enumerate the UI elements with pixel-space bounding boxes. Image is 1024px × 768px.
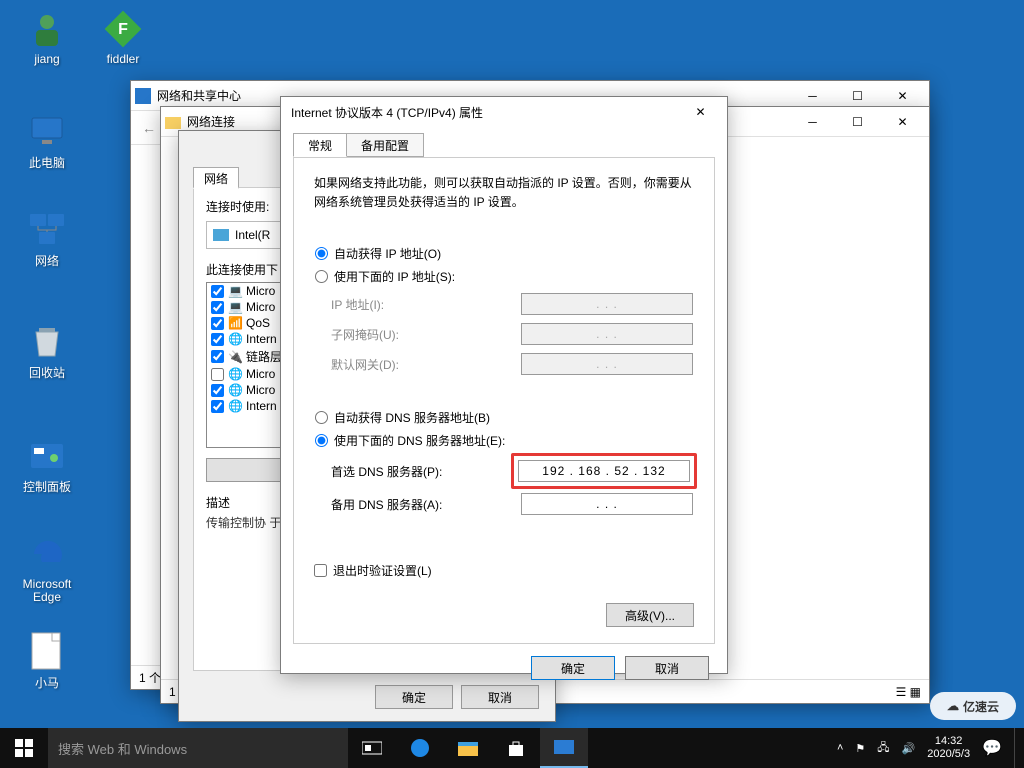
- radio-auto-ip[interactable]: 自动获得 IP 地址(O): [315, 245, 693, 262]
- folder-icon: [458, 740, 478, 756]
- tray-up-icon[interactable]: ˄: [837, 742, 843, 754]
- clock[interactable]: 14:32 2020/5/3: [927, 735, 970, 761]
- show-desktop-button[interactable]: [1014, 728, 1020, 768]
- taskbar: 搜索 Web 和 Windows ˄ ⚑ 🖧 🔊 14:32 2020/5/3 …: [0, 728, 1024, 768]
- desktop-icon-fiddler[interactable]: F fiddler: [88, 8, 158, 66]
- network-center-icon: [135, 88, 151, 104]
- folder-icon: [165, 114, 181, 130]
- tray-flag-icon[interactable]: ⚑: [855, 742, 865, 755]
- preferred-dns-input[interactable]: 192 . 168 . 52 . 132: [518, 460, 690, 482]
- recycle-icon: [26, 320, 68, 362]
- protocol-icon: 🌐: [228, 383, 242, 397]
- radio-auto-dns[interactable]: 自动获得 DNS 服务器地址(B): [315, 409, 693, 426]
- qos-icon: 📶: [228, 316, 242, 330]
- client-icon: 💻: [228, 284, 242, 298]
- intro-text: 如果网络支持此功能，则可以获取自动指派的 IP 设置。否则，你需要从网络系统管理…: [314, 174, 694, 212]
- tray-volume-icon[interactable]: 🔊: [902, 742, 916, 755]
- close-button[interactable]: ✕: [678, 98, 723, 126]
- back-button[interactable]: ←: [135, 114, 163, 142]
- ok-button[interactable]: 确定: [531, 656, 615, 680]
- radio-manual-ip[interactable]: 使用下面的 IP 地址(S):: [315, 268, 693, 285]
- control-panel-icon: [26, 434, 68, 476]
- user-icon: [26, 8, 68, 50]
- protocol-icon: 🌐: [228, 332, 242, 346]
- taskbar-active-window[interactable]: [540, 728, 588, 768]
- notifications-icon[interactable]: 💬: [982, 738, 1002, 758]
- ip-address-input: . . .: [521, 293, 693, 315]
- desktop-icon-network[interactable]: 网络: [12, 208, 82, 269]
- tab-general[interactable]: 常规: [293, 133, 347, 157]
- alternate-dns-input[interactable]: . . .: [521, 493, 693, 515]
- taskview-icon: [362, 740, 382, 756]
- desktop-icon-user[interactable]: jiang: [12, 8, 82, 66]
- view-details-icon[interactable]: ☰ ▦: [896, 685, 921, 699]
- maximize-button[interactable]: ☐: [835, 108, 880, 136]
- taskbar-store[interactable]: [492, 728, 540, 768]
- windows-icon: [15, 739, 33, 757]
- nic-icon: [213, 229, 229, 241]
- edge-icon: [410, 738, 430, 758]
- service-icon: 💻: [228, 300, 242, 314]
- fiddler-icon: F: [102, 8, 144, 50]
- tray-network-icon[interactable]: 🖧: [877, 739, 889, 758]
- computer-icon: [26, 110, 68, 152]
- network-icon: [26, 208, 68, 250]
- window-tcpip-properties: Internet 协议版本 4 (TCP/IPv4) 属性 ✕ 常规 备用配置 …: [280, 96, 728, 674]
- driver-icon: 🔌: [228, 350, 242, 364]
- start-button[interactable]: [0, 728, 48, 768]
- ip-address-label: IP 地址(I):: [331, 296, 521, 313]
- close-button[interactable]: ✕: [880, 108, 925, 136]
- gateway-label: 默认网关(D):: [331, 356, 521, 373]
- cancel-button[interactable]: 取消: [625, 656, 709, 680]
- validate-checkbox[interactable]: 退出时验证设置(L): [314, 562, 694, 579]
- taskbar-edge[interactable]: [396, 728, 444, 768]
- watermark: ☁亿速云: [930, 692, 1016, 720]
- protocol-icon: 🌐: [228, 367, 242, 381]
- edge-icon: [26, 534, 68, 576]
- desktop-icon-edge[interactable]: Microsoft Edge: [12, 534, 82, 604]
- task-view-button[interactable]: [348, 728, 396, 768]
- desktop-icon-recycle[interactable]: 回收站: [12, 320, 82, 381]
- window-title: Internet 协议版本 4 (TCP/IPv4) 属性: [285, 104, 678, 121]
- desktop-icon-this-pc[interactable]: 此电脑: [12, 110, 82, 171]
- desktop-icon-control-panel[interactable]: 控制面板: [12, 434, 82, 495]
- advanced-button[interactable]: 高级(V)...: [606, 603, 694, 627]
- titlebar[interactable]: Internet 协议版本 4 (TCP/IPv4) 属性 ✕: [281, 97, 727, 127]
- window-icon: [554, 739, 574, 755]
- file-icon: [26, 630, 68, 672]
- subnet-mask-input: . . .: [521, 323, 693, 345]
- taskbar-explorer[interactable]: [444, 728, 492, 768]
- alternate-dns-label: 备用 DNS 服务器(A):: [331, 496, 521, 513]
- minimize-button[interactable]: ─: [790, 108, 835, 136]
- taskbar-search[interactable]: 搜索 Web 和 Windows: [48, 728, 348, 768]
- radio-manual-dns[interactable]: 使用下面的 DNS 服务器地址(E):: [315, 432, 693, 449]
- system-tray[interactable]: ˄ ⚑ 🖧 🔊 14:32 2020/5/3 💬: [837, 728, 1024, 768]
- protocol-icon: 🌐: [228, 399, 242, 413]
- gateway-input: . . .: [521, 353, 693, 375]
- tab-alternate[interactable]: 备用配置: [346, 133, 424, 157]
- desktop-icon-file[interactable]: 小马: [12, 630, 82, 691]
- svg-text:F: F: [118, 21, 128, 38]
- preferred-dns-label: 首选 DNS 服务器(P):: [331, 463, 515, 480]
- tab-network[interactable]: 网络: [193, 167, 239, 189]
- subnet-mask-label: 子网掩码(U):: [331, 326, 521, 343]
- store-icon: [507, 739, 525, 757]
